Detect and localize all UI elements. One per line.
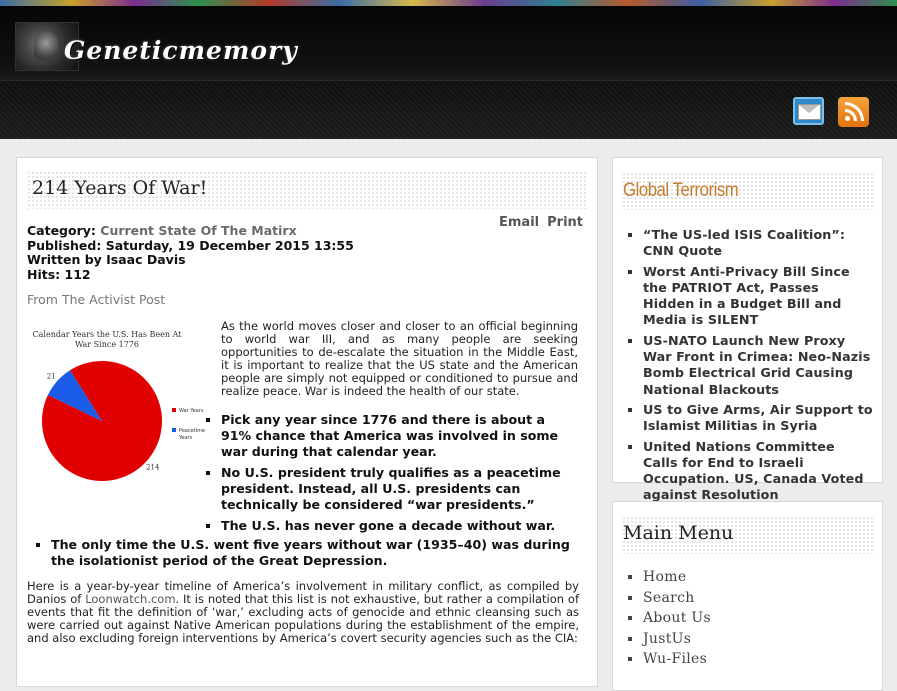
- pie-data-label: 21: [47, 373, 56, 381]
- article-hits: Hits: 112: [27, 266, 91, 282]
- logo-face: [34, 31, 58, 61]
- article-title[interactable]: 214 Years Of War!: [32, 177, 207, 199]
- module-title: Main Menu: [623, 522, 734, 544]
- article-intro: As the world moves closer and closer to …: [221, 319, 578, 398]
- article-title-box: 214 Years Of War!: [27, 171, 588, 209]
- article-source: From The Activist Post: [27, 292, 166, 307]
- site-logo-text[interactable]: Geneticmemory: [64, 36, 298, 65]
- menu-item-justus[interactable]: JustUs: [643, 629, 711, 650]
- article-meta: Category: Current State Of The Matirx Pu…: [27, 223, 354, 282]
- module-header: Global Terrorism: [622, 172, 873, 210]
- news-item[interactable]: United Nations Committee Calls for End t…: [643, 439, 873, 504]
- news-item[interactable]: Worst Anti-Privacy Bill Since the PATRIO…: [643, 264, 873, 329]
- legend-swatch: [172, 408, 176, 412]
- print-link[interactable]: Print: [547, 215, 583, 230]
- menu-item-wu-files[interactable]: Wu-Files: [643, 649, 711, 670]
- legend-label: War Years: [179, 408, 204, 414]
- menu-item-about-us[interactable]: About Us: [643, 608, 711, 629]
- timeline-paragraph: Here is a year-by-year timeline of Ameri…: [27, 580, 579, 645]
- module-title: Global Terrorism: [623, 180, 739, 201]
- news-item[interactable]: US to Give Arms, Air Support to Islamist…: [643, 402, 873, 435]
- article-actions: Email Print: [491, 215, 583, 230]
- menu-item-search[interactable]: Search: [643, 588, 711, 609]
- news-item[interactable]: US-NATO Launch New Proxy War Front in Cr…: [643, 333, 873, 398]
- list-item: The only time the U.S. went five years w…: [51, 537, 581, 569]
- rss-icon[interactable]: [838, 97, 869, 127]
- news-list: “The US-led ISIS Coalition”: CNN Quote W…: [643, 227, 873, 508]
- menu-item-home[interactable]: Home: [643, 567, 711, 588]
- global-terrorism-module: Global Terrorism “The US-led ISIS Coalit…: [612, 157, 883, 502]
- legend-label: Peacetime: [179, 428, 205, 434]
- article-container: 214 Years Of War! Email Print Category: C…: [16, 157, 598, 687]
- rss-arc-outer: [845, 102, 864, 121]
- module-header: Main Menu: [622, 516, 873, 554]
- pie-data-label: 214: [146, 463, 160, 471]
- envelope-shape: [798, 104, 821, 120]
- list-item: No U.S. president truly qualifies as a p…: [221, 465, 576, 513]
- site-header: Geneticmemory: [0, 6, 897, 80]
- main-menu-module: Main Menu Home Search About Us JustUs Wu…: [612, 501, 883, 691]
- key-facts-list: Pick any year since 1776 and there is ab…: [221, 412, 576, 539]
- loonwatch-link[interactable]: Loonwatch.com: [85, 592, 175, 606]
- email-link[interactable]: Email: [499, 215, 539, 230]
- legend-label: Years: [178, 435, 193, 441]
- main-menu: Home Search About Us JustUs Wu-Files: [643, 567, 711, 670]
- category-link[interactable]: Current State Of The Matirx: [100, 223, 296, 238]
- article-author: Written by Isaac Davis: [27, 252, 186, 267]
- key-facts-list-continued: The only time the U.S. went five years w…: [51, 537, 581, 569]
- article-category: Category: Current State Of The Matirx: [27, 223, 354, 239]
- list-item: The U.S. has never gone a decade without…: [221, 518, 576, 534]
- pie-chart-svg: 214 21 War Years PeacetimeYears: [41, 361, 205, 481]
- header-bar: [0, 80, 897, 139]
- legend-swatch: [172, 428, 176, 432]
- news-item[interactable]: “The US-led ISIS Coalition”: CNN Quote: [643, 227, 873, 260]
- article-published: Published: Saturday, 19 December 2015 13…: [27, 237, 354, 253]
- mail-icon[interactable]: [793, 97, 824, 125]
- pie-chart: Calendar Years the U.S. Has Been At War …: [27, 321, 207, 511]
- category-label: Category:: [27, 223, 96, 238]
- list-item: Pick any year since 1776 and there is ab…: [221, 412, 576, 460]
